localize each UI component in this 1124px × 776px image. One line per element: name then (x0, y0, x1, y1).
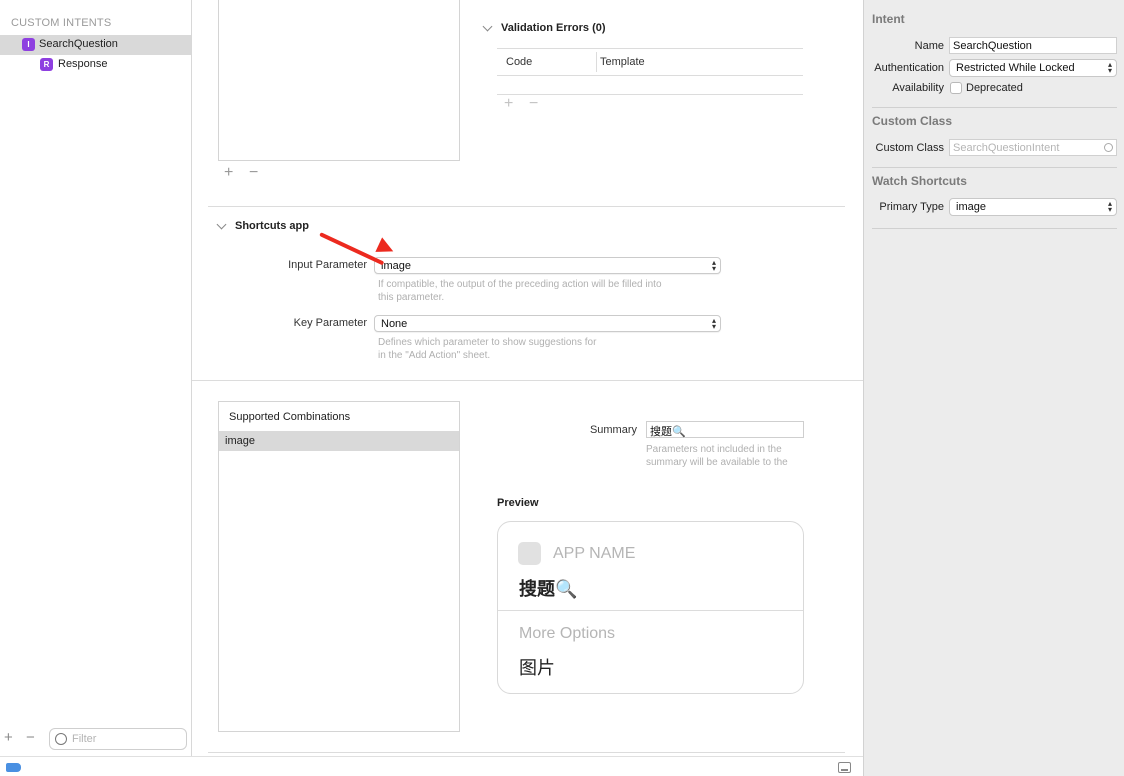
app-name: APP NAME (553, 545, 636, 562)
input-parameter-hint-2: this parameter. (378, 292, 445, 303)
card-divider (498, 610, 803, 611)
watch-shortcuts-title: Watch Shortcuts (872, 174, 967, 188)
column-separator (596, 52, 597, 72)
summary-field[interactable]: 搜题🔍 (646, 421, 804, 438)
availability-label: Availability (892, 82, 944, 94)
primary-type-label: Primary Type (879, 201, 944, 213)
intent-badge-icon: I (22, 38, 35, 51)
add-error-button[interactable]: + (504, 95, 513, 113)
input-parameter-hint-1: If compatible, the output of the precedi… (378, 279, 662, 290)
popup-arrows-icon: ▴ ▾ (711, 316, 716, 331)
filter-field[interactable]: Filter (49, 728, 187, 750)
more-options-label: More Options (519, 625, 616, 642)
sidebar-header: CUSTOM INTENTS (11, 17, 112, 29)
sidebar-item-searchquestion[interactable]: I SearchQuestion (0, 35, 191, 55)
combination-row[interactable]: image (219, 431, 459, 451)
section-divider (208, 752, 845, 753)
intent-section-title: Intent (872, 12, 905, 26)
tag-icon[interactable] (6, 763, 21, 772)
custom-class-placeholder: SearchQuestionIntent (953, 142, 1060, 154)
key-parameter-popup[interactable]: None ▴ ▾ (374, 315, 721, 332)
remove-intent-button[interactable]: − (26, 729, 35, 746)
column-code[interactable]: Code (506, 56, 532, 68)
key-parameter-hint-2: in the "Add Action" sheet. (378, 350, 491, 361)
key-parameter-value: None (381, 318, 408, 330)
app-icon (518, 542, 541, 565)
remove-parameter-button[interactable]: − (249, 164, 258, 182)
sidebar-item-response[interactable]: R Response (0, 55, 191, 75)
filter-icon (55, 733, 67, 745)
authentication-popup[interactable]: Restricted While Locked ▴ ▾ (949, 59, 1117, 77)
combination-label: image (225, 435, 255, 447)
name-field[interactable]: SearchQuestion (949, 37, 1117, 54)
supported-combinations-list: Supported Combinations image (218, 401, 460, 732)
input-parameter-value: image (381, 260, 411, 272)
custom-class-field[interactable]: SearchQuestionIntent (949, 139, 1117, 156)
option-value: 图片 (519, 658, 555, 679)
summary-label: Summary (589, 424, 637, 436)
sidebar-item-label: SearchQuestion (39, 38, 118, 50)
debug-area-icon-bar (841, 769, 848, 771)
add-parameter-button[interactable]: + (224, 164, 233, 182)
section-divider (208, 206, 845, 207)
divider (497, 48, 803, 49)
custom-class-title: Custom Class (872, 114, 953, 128)
column-template[interactable]: Template (600, 56, 645, 68)
debug-area-toggle-icon[interactable] (838, 762, 851, 773)
summary-value: 搜题🔍 (650, 425, 686, 438)
input-parameter-label: Input Parameter (288, 259, 367, 271)
preview-title: Preview (497, 497, 539, 509)
parameters-list[interactable] (218, 0, 460, 161)
primary-type-value: image (956, 201, 986, 213)
key-parameter-hint-1: Defines which parameter to show suggesti… (378, 337, 597, 348)
preview-card: APP NAME 搜题🔍 More Options 图片 (497, 521, 804, 694)
collapse-validation-icon[interactable] (482, 21, 493, 32)
add-intent-button[interactable]: + (4, 729, 13, 746)
section-divider (192, 380, 863, 381)
inspector-panel: Intent Name SearchQuestion Authenticatio… (863, 0, 1124, 776)
intent-editor: + − Validation Errors (0) Code Template … (192, 0, 863, 776)
primary-type-popup[interactable]: image ▴ ▾ (949, 198, 1117, 216)
popup-arrows-icon: ▴ ▾ (1107, 60, 1112, 75)
shortcuts-app-title: Shortcuts app (235, 220, 309, 232)
sidebar: CUSTOM INTENTS I SearchQuestion R Respon… (0, 0, 192, 776)
key-parameter-label: Key Parameter (293, 317, 367, 329)
name-label: Name (914, 40, 944, 52)
status-bar (0, 756, 863, 776)
combinations-header: Supported Combinations (229, 411, 351, 423)
summary-hint-1: Parameters not included in the (646, 444, 782, 455)
divider (872, 107, 1117, 108)
divider (872, 228, 1117, 229)
authentication-value: Restricted While Locked (956, 62, 1075, 74)
custom-class-label: Custom Class (875, 142, 944, 154)
summary-hint-2: summary will be available to the (646, 457, 788, 468)
remove-error-button[interactable]: − (529, 95, 538, 113)
preview-card-title: 搜题🔍 (519, 579, 578, 600)
response-badge-icon: R (40, 58, 53, 71)
filter-placeholder: Filter (72, 733, 97, 745)
divider (497, 94, 803, 95)
collapse-shortcuts-icon[interactable] (216, 219, 227, 230)
sidebar-item-label: Response (58, 58, 108, 70)
validation-errors-title: Validation Errors (0) (501, 22, 606, 34)
popup-arrows-icon: ▴ ▾ (1107, 199, 1112, 214)
popup-arrows-icon: ▴ ▾ (711, 258, 716, 273)
input-parameter-popup[interactable]: image ▴ ▾ (374, 257, 721, 274)
authentication-label: Authentication (874, 62, 944, 74)
divider (872, 167, 1117, 168)
navigate-arrow-icon[interactable] (1104, 143, 1113, 152)
deprecated-label: Deprecated (966, 82, 1023, 94)
deprecated-checkbox[interactable] (950, 82, 962, 94)
divider (497, 75, 803, 76)
name-value: SearchQuestion (953, 40, 1032, 52)
